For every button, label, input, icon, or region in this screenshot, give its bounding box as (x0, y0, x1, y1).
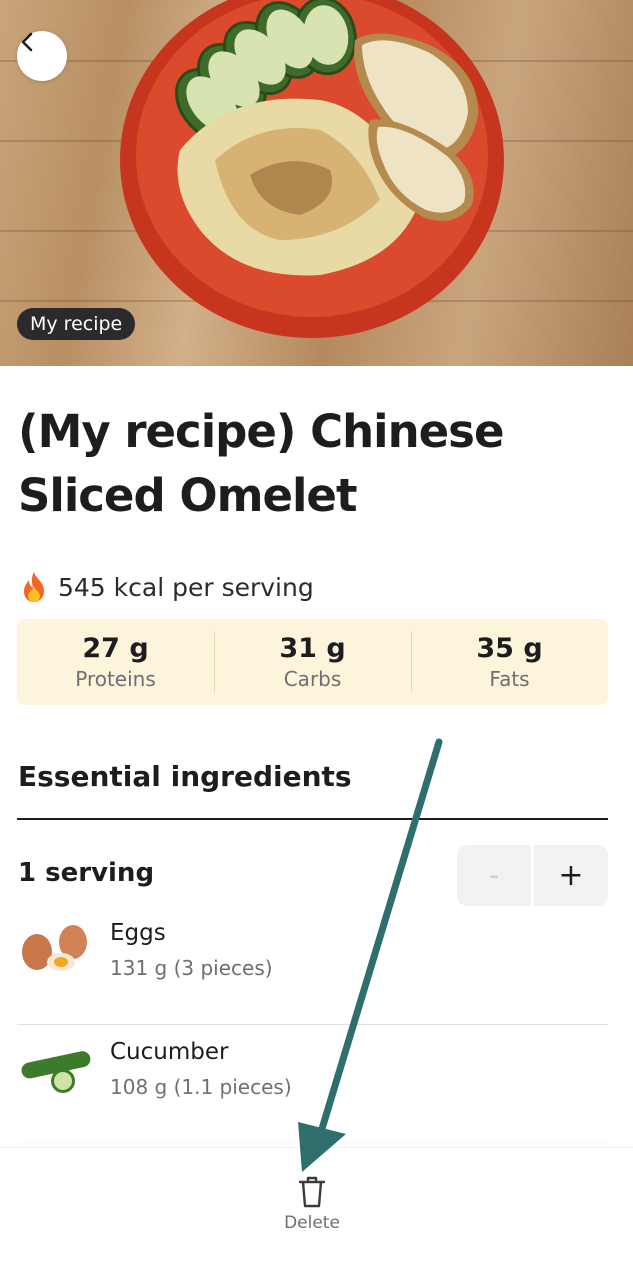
macro-fats: 35 g Fats (411, 619, 608, 705)
delete-label: Delete (284, 1213, 340, 1233)
recipe-hero-image: My recipe (0, 0, 633, 366)
eggs-icon (22, 925, 87, 971)
serving-stepper: - + (457, 845, 608, 906)
recipe-title: (My recipe) Chinese Sliced Omelet (18, 405, 504, 522)
delete-button[interactable]: Delete (266, 1175, 358, 1245)
cucumber-icon (21, 1051, 91, 1093)
flame-icon (24, 572, 44, 602)
serving-count: 1 serving (18, 858, 155, 888)
macro-label: Fats (489, 667, 530, 691)
macro-label: Proteins (75, 667, 156, 691)
macros-summary: 27 g Proteins 31 g Carbs 35 g Fats (17, 619, 608, 705)
scroll-fade (0, 1090, 633, 1148)
section-divider (17, 818, 608, 820)
ingredients-heading: Essential ingredients (18, 760, 352, 793)
macro-carbs: 31 g Carbs (214, 619, 411, 705)
increase-serving-button[interactable]: + (534, 845, 608, 906)
macro-value: 27 g (82, 633, 149, 664)
my-recipe-badge: My recipe (17, 308, 136, 340)
trash-icon (298, 1176, 326, 1208)
decrease-serving-button[interactable]: - (457, 845, 534, 906)
ingredient-quantity: 131 g (3 pieces) (110, 956, 273, 980)
ingredient-name: Cucumber (110, 1039, 229, 1065)
chevron-left-icon (21, 32, 33, 52)
calorie-row: 545 kcal per serving (18, 568, 314, 606)
ingredient-name: Eggs (110, 920, 166, 946)
macro-value: 31 g (279, 633, 346, 664)
back-button[interactable] (17, 31, 67, 81)
macro-proteins: 27 g Proteins (17, 619, 214, 705)
ingredient-item-eggs[interactable]: Eggs 131 g (3 pieces) (17, 906, 608, 1025)
macro-label: Carbs (283, 667, 342, 691)
calories-per-serving: 545 kcal per serving (58, 572, 314, 602)
macro-value: 35 g (476, 633, 543, 664)
